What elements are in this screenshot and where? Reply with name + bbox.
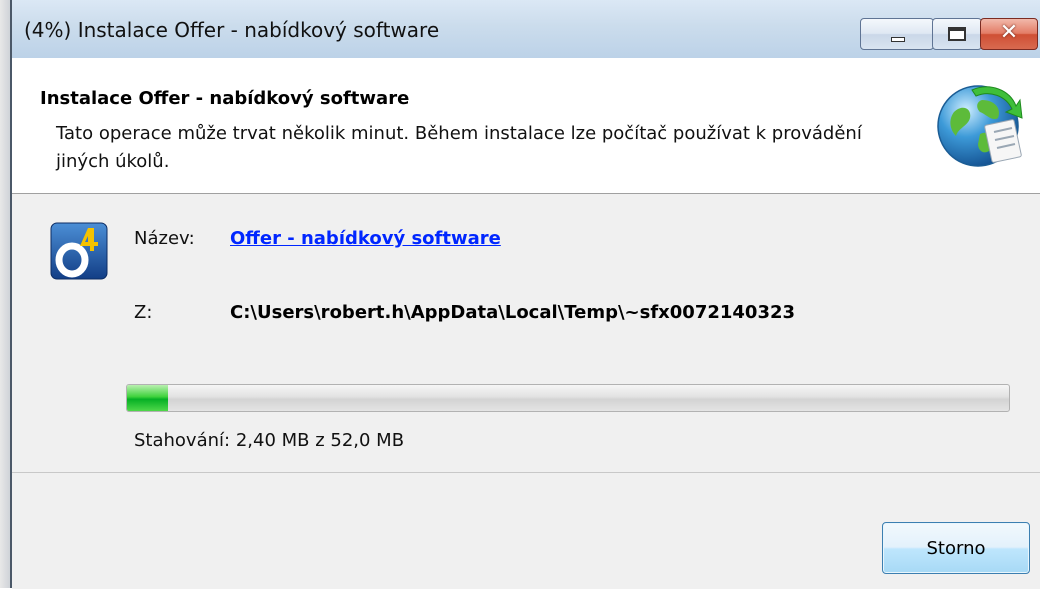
progress-bar-fill [127, 385, 168, 411]
name-label: Název: [134, 228, 195, 249]
content-panel: Název: Offer - nabídkový software Z: C:\… [12, 194, 1040, 472]
download-status: Stahování: 2,40 MB z 52,0 MB [134, 430, 405, 451]
footer-panel: Storno [12, 472, 1040, 589]
from-label: Z: [134, 302, 153, 323]
globe-install-icon [937, 85, 1023, 167]
cancel-button[interactable]: Storno [882, 522, 1030, 574]
installer-window: (4%) Instalace Offer - nabídkový softwar… [10, 0, 1040, 589]
title-bar[interactable]: (4%) Instalace Offer - nabídkový softwar… [12, 0, 1040, 59]
minimize-icon [891, 37, 905, 42]
close-button[interactable]: ✕ [980, 18, 1038, 50]
minimize-button[interactable] [860, 18, 934, 50]
window-title: (4%) Instalace Offer - nabídkový softwar… [24, 18, 440, 42]
source-path: C:\Users\robert.h\AppData\Local\Temp\~sf… [230, 302, 796, 323]
progress-bar [126, 384, 1010, 412]
close-icon: ✕ [999, 20, 1019, 45]
header-description: Tato operace může trvat několik minut. B… [56, 123, 862, 172]
maximize-icon [948, 27, 966, 41]
maximize-button[interactable] [932, 18, 982, 50]
background-window-edge [0, 0, 10, 588]
app-name-link[interactable]: Offer - nabídkový software [230, 228, 501, 249]
header-panel: Instalace Offer - nabídkový software Tat… [12, 58, 1040, 194]
offer-app-icon [50, 222, 108, 280]
header-title: Instalace Offer - nabídkový software [40, 88, 410, 109]
